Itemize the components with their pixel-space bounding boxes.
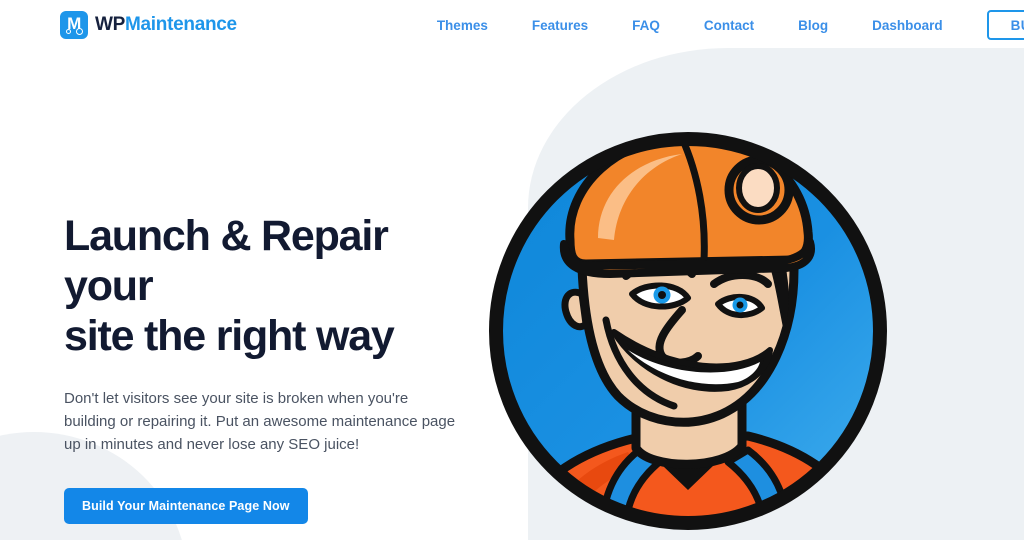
nav-item-faq[interactable]: FAQ <box>610 18 682 33</box>
hero-title-line-2: site the right way <box>64 311 395 360</box>
nav-item-features[interactable]: Features <box>510 18 610 33</box>
hero-title-line-1: Launch & Repair your <box>64 212 389 310</box>
logo-wordmark: WPMaintenance <box>95 14 237 36</box>
landing-page: M WPMaintenance Themes Features FAQ Cont… <box>0 0 1024 540</box>
buy-now-button[interactable]: BUY NOW <box>986 10 1024 40</box>
wp-maintenance-logo-icon: M <box>60 11 88 39</box>
nav-item-themes[interactable]: Themes <box>415 18 510 33</box>
miner-mascot-illustration <box>486 118 890 540</box>
site-logo[interactable]: M WPMaintenance <box>60 11 237 39</box>
nav-item-blog[interactable]: Blog <box>776 18 850 33</box>
logo-text-maintenance: Maintenance <box>125 14 237 35</box>
hero-content: Launch & Repair your site the right way … <box>64 212 484 525</box>
nav-item-dashboard[interactable]: Dashboard <box>850 18 965 33</box>
build-maintenance-page-button[interactable]: Build Your Maintenance Page Now <box>64 488 308 525</box>
main-navigation: Themes Features FAQ Contact Blog Dashboa… <box>415 10 1024 40</box>
logo-text-wp: WP <box>95 14 126 35</box>
nav-item-contact[interactable]: Contact <box>682 18 776 33</box>
site-header: M WPMaintenance Themes Features FAQ Cont… <box>0 0 1024 50</box>
hero-subtitle: Don't let visitors see your site is brok… <box>64 389 456 454</box>
hero-title: Launch & Repair your site the right way <box>64 212 484 362</box>
